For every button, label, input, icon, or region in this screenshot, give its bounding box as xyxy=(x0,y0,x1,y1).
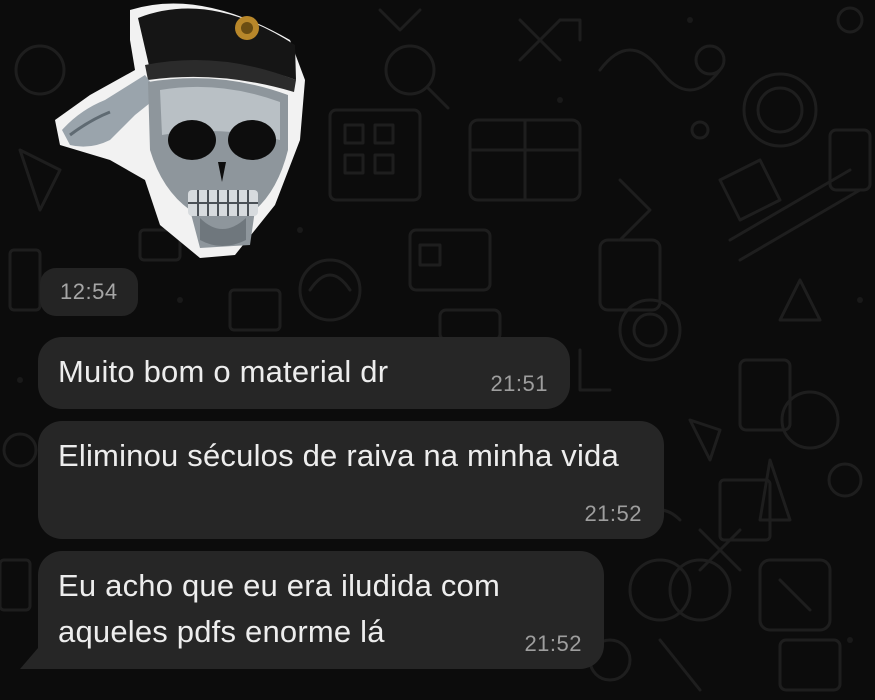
message-timestamp: 21:52 xyxy=(524,631,582,656)
message-bubble[interactable]: Eliminou séculos de raiva na minha vida … xyxy=(38,421,664,539)
message-text: Eu acho que eu era iludida com aqueles p… xyxy=(58,568,501,649)
message-text: Muito bom o material dr xyxy=(58,354,389,389)
message-bubble[interactable]: Eu acho que eu era iludida com aqueles p… xyxy=(38,551,604,669)
message-bubble[interactable]: Muito bom o material dr 21:51 xyxy=(38,337,570,409)
message-timestamp: 21:52 xyxy=(584,501,642,526)
saluting-skull-sticker[interactable] xyxy=(50,0,310,262)
sticker-timestamp: 12:54 xyxy=(40,268,138,316)
message-timestamp: 21:51 xyxy=(490,371,548,396)
chat-view: 12:54 Muito bom o material dr 21:51 Elim… xyxy=(0,0,875,700)
message-text: Eliminou séculos de raiva na minha vida xyxy=(58,438,619,473)
